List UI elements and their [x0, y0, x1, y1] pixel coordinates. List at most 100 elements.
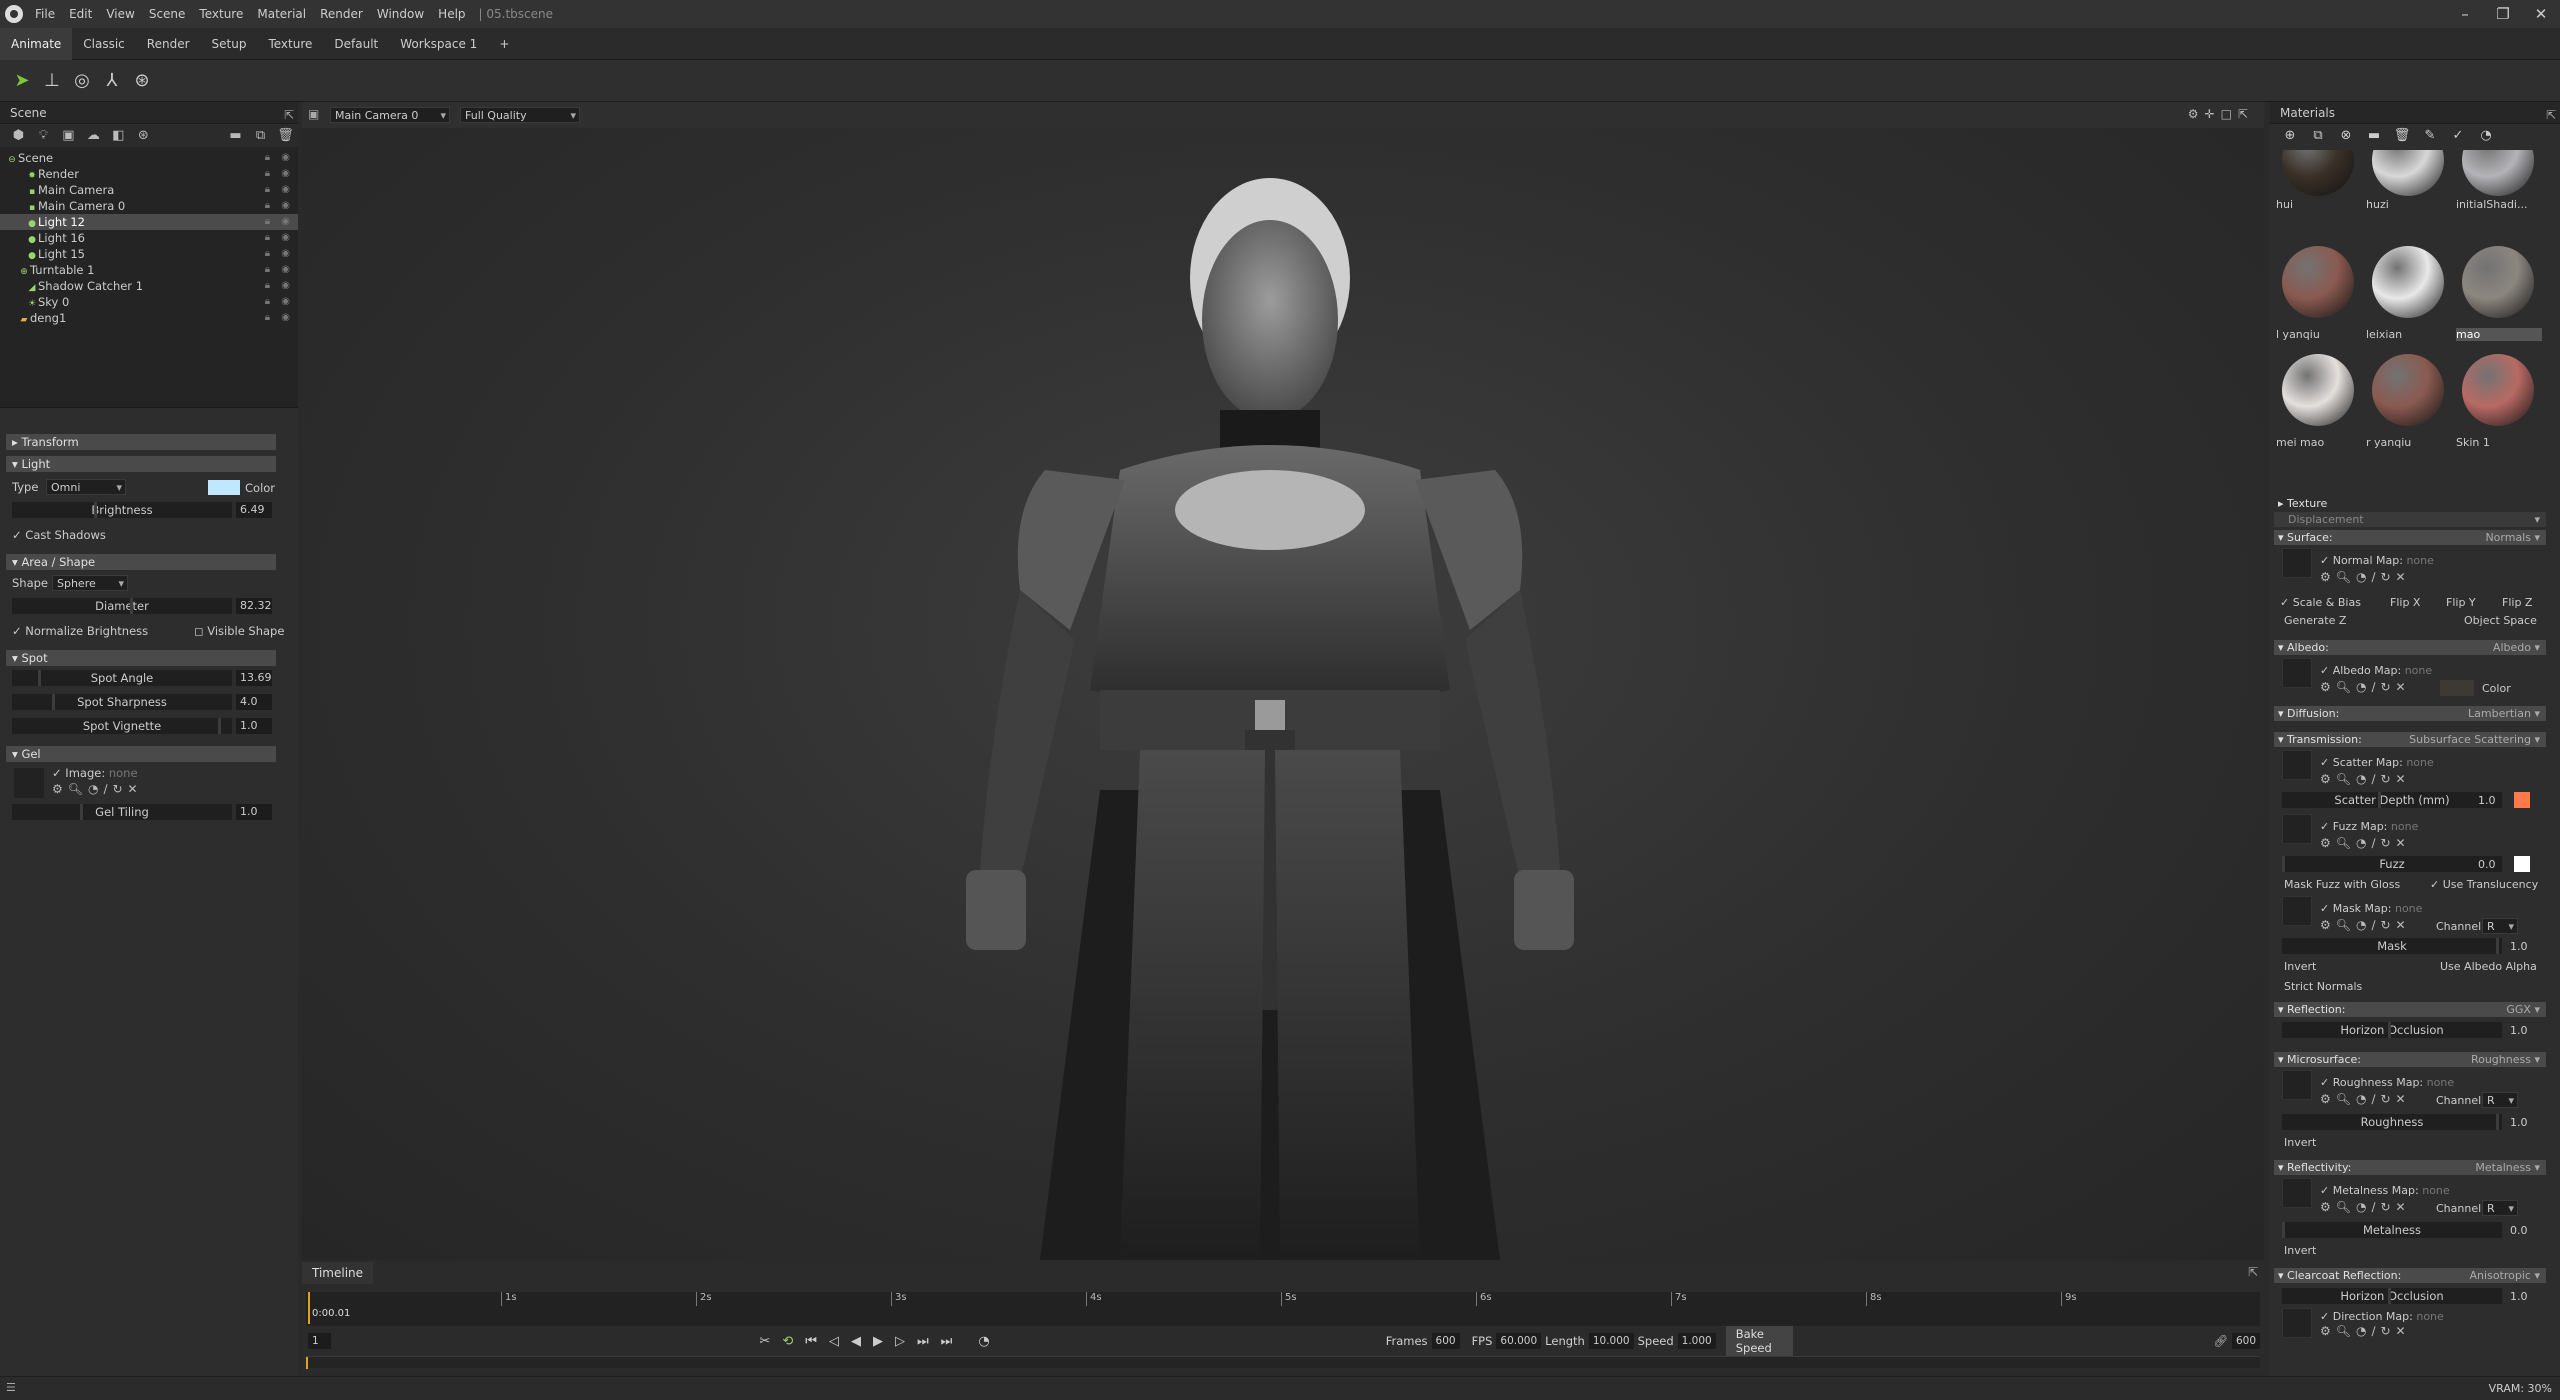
- scatter-map-tools-icon[interactable]: ⚙🔍︎◔∕↻✕: [2320, 772, 2411, 786]
- folder-icon[interactable]: ▬: [2360, 128, 2388, 143]
- spot-vignette-value[interactable]: 1.0: [236, 718, 272, 734]
- menu-material[interactable]: Material: [250, 0, 313, 28]
- turntable-icon[interactable]: ⊛: [128, 67, 156, 95]
- materials-popout-icon[interactable]: ⇱: [2546, 104, 2556, 126]
- normal-map-slot[interactable]: [2282, 548, 2312, 578]
- material-r-yanqiu[interactable]: r yanqiu: [2364, 354, 2452, 462]
- mask-channel-dropdown[interactable]: R: [2482, 918, 2518, 935]
- popout-icon[interactable]: ⇱: [284, 104, 294, 126]
- trash-icon[interactable]: 🗑︎: [2388, 128, 2416, 143]
- tree-item-light-15[interactable]: ● Light 15 🔒︎ ◉: [0, 246, 298, 262]
- albedo-color-swatch[interactable]: [2440, 680, 2474, 696]
- clearcoat-horizon-slider[interactable]: Horizon Occlusion: [2282, 1288, 2502, 1304]
- mask-map-slot[interactable]: [2282, 896, 2312, 926]
- tree-item-turntable-1[interactable]: ⊕ Turntable 1 🔒︎ ◉: [0, 262, 298, 278]
- fuzz-slider[interactable]: Fuzz: [2282, 856, 2502, 872]
- tree-item-light-16[interactable]: ● Light 16 🔒︎ ◉: [0, 230, 298, 246]
- close-icon[interactable]: ✕: [2522, 0, 2560, 28]
- tree-item-deng1[interactable]: ▰ deng1 🔒︎ ◉: [0, 310, 298, 326]
- play-reverse-icon[interactable]: ◀: [851, 1334, 861, 1349]
- material-initial-shading[interactable]: initialShadi...: [2454, 150, 2542, 258]
- menu-window[interactable]: Window: [370, 0, 431, 28]
- apply-material-icon[interactable]: ✓: [2444, 128, 2472, 143]
- tree-item-scene[interactable]: ⊖ Scene 🔒︎ ◉: [0, 150, 298, 166]
- use-translucency-checkbox[interactable]: ✓ Use Translucency: [2430, 878, 2538, 891]
- roughness-map-tools-icon[interactable]: ⚙🔍︎◔∕↻✕: [2320, 1092, 2411, 1106]
- duplicate-material-icon[interactable]: ⧉: [2304, 128, 2332, 143]
- section-surface[interactable]: ▾ Surface: Normals ▾: [2274, 530, 2546, 545]
- tab-classic[interactable]: Classic: [72, 28, 136, 60]
- fps-field[interactable]: 60.000: [1496, 1333, 1542, 1349]
- strict-normals-checkbox[interactable]: Strict Normals: [2284, 980, 2362, 993]
- roughness-channel-dropdown[interactable]: R: [2482, 1092, 2518, 1109]
- object-space-checkbox[interactable]: Object Space: [2464, 614, 2537, 627]
- tree-item-main-camera[interactable]: ▪ Main Camera 🔒︎ ◉: [0, 182, 298, 198]
- metalness-slider[interactable]: Metalness: [2282, 1222, 2502, 1238]
- tab-render[interactable]: Render: [136, 28, 201, 60]
- gel-tiling-value[interactable]: 1.0: [236, 804, 272, 820]
- section-transmission[interactable]: ▾ Transmission: Subsurface Scattering ▾: [2274, 732, 2546, 747]
- tree-item-render[interactable]: ✸ Render 🔒︎ ◉: [0, 166, 298, 182]
- start-frame-field[interactable]: 1: [308, 1333, 332, 1349]
- folder-icon[interactable]: ▬: [223, 128, 248, 143]
- cast-shadows-checkbox[interactable]: ✓ Cast Shadows: [12, 528, 106, 542]
- material-skin-1[interactable]: Skin 1: [2454, 354, 2542, 462]
- viewport-settings-icon[interactable]: ⚙✛□⇱: [2188, 107, 2254, 121]
- section-gel[interactable]: ▾ Gel: [6, 746, 276, 762]
- add-light-icon[interactable]: 💡︎: [31, 128, 56, 143]
- roughness-slider[interactable]: Roughness: [2282, 1114, 2502, 1130]
- metalness-map-slot[interactable]: [2282, 1178, 2312, 1208]
- tree-item-shadow-catcher-1[interactable]: ◢ Shadow Catcher 1 🔒︎ ◉: [0, 278, 298, 294]
- tab-animate[interactable]: Animate: [0, 27, 73, 60]
- mask-map-tools-icon[interactable]: ⚙🔍︎◔∕↻✕: [2320, 918, 2411, 932]
- add-object-icon[interactable]: ⬢: [6, 128, 31, 143]
- invert-metalness-checkbox[interactable]: Invert: [2284, 1244, 2316, 1257]
- material-mei-mao[interactable]: mei mao: [2274, 354, 2362, 462]
- scatter-color-swatch[interactable]: [2514, 792, 2530, 808]
- compass-icon[interactable]: ◔: [2472, 128, 2500, 143]
- scatter-map-slot[interactable]: [2282, 750, 2312, 780]
- scatter-depth-value[interactable]: 1.0: [2478, 794, 2496, 807]
- quality-dropdown[interactable]: Full Quality: [460, 107, 580, 124]
- pick-material-icon[interactable]: ✎: [2416, 128, 2444, 143]
- axis-icon[interactable]: ⅄: [98, 67, 126, 95]
- menu-edit[interactable]: Edit: [62, 0, 99, 28]
- section-texture[interactable]: ▸ Texture: [2274, 496, 2546, 511]
- visible-shape-checkbox[interactable]: ◻ Visible Shape: [194, 624, 284, 638]
- tree-item-sky-0[interactable]: ☀ Sky 0 🔒︎ ◉: [0, 294, 298, 310]
- fuzz-map-slot[interactable]: [2282, 814, 2312, 844]
- light-type-dropdown[interactable]: Omni: [46, 479, 126, 496]
- menu-texture[interactable]: Texture: [192, 0, 250, 28]
- metalness-value[interactable]: 0.0: [2510, 1224, 2528, 1237]
- menu-render[interactable]: Render: [313, 0, 370, 28]
- spot-sharpness-slider[interactable]: Spot Sharpness: [12, 694, 232, 710]
- length-field[interactable]: 10.000: [1588, 1333, 1634, 1349]
- menu-file[interactable]: File: [28, 0, 62, 28]
- transform-icon[interactable]: ⊥: [38, 67, 66, 95]
- gel-image-tools-icon[interactable]: ⚙🔍︎◔∕↻✕: [52, 782, 143, 796]
- brightness-slider[interactable]: Brightness: [12, 502, 232, 518]
- fuzz-value[interactable]: 0.0: [2478, 858, 2496, 871]
- tab-default[interactable]: Default: [323, 28, 389, 60]
- loop-icon[interactable]: ⟲: [782, 1334, 793, 1349]
- scatter-depth-slider[interactable]: Scatter Depth (mm): [2282, 792, 2502, 808]
- section-reflection[interactable]: ▾ Reflection: GGX ▾: [2274, 1002, 2546, 1017]
- flip-x-checkbox[interactable]: Flip X: [2390, 596, 2420, 609]
- brightness-value[interactable]: 6.49: [236, 502, 272, 518]
- select-arrow-icon[interactable]: ➤: [8, 67, 36, 95]
- albedo-map-slot[interactable]: [2282, 658, 2312, 688]
- camera-dropdown[interactable]: Main Camera 0: [330, 107, 450, 124]
- frames-field[interactable]: 600: [1431, 1333, 1460, 1349]
- add-sky-icon[interactable]: ☁︎: [81, 128, 106, 143]
- timeline-scrubber[interactable]: [306, 1356, 2260, 1369]
- flip-z-checkbox[interactable]: Flip Z: [2502, 596, 2532, 609]
- minimize-icon[interactable]: –: [2446, 0, 2484, 28]
- speed-dial-icon[interactable]: ◔: [978, 1334, 989, 1349]
- section-reflectivity[interactable]: ▾ Reflectivity: Metalness ▾: [2274, 1160, 2546, 1175]
- add-shadow-icon[interactable]: ◧: [106, 128, 131, 143]
- gel-image-slot[interactable]: [14, 768, 44, 798]
- add-camera-icon[interactable]: ▣: [56, 128, 81, 143]
- duplicate-icon[interactable]: ⧉: [248, 128, 273, 143]
- gel-tiling-slider[interactable]: Gel Tiling: [12, 804, 232, 820]
- skip-start-icon[interactable]: ⏮: [805, 1334, 817, 1349]
